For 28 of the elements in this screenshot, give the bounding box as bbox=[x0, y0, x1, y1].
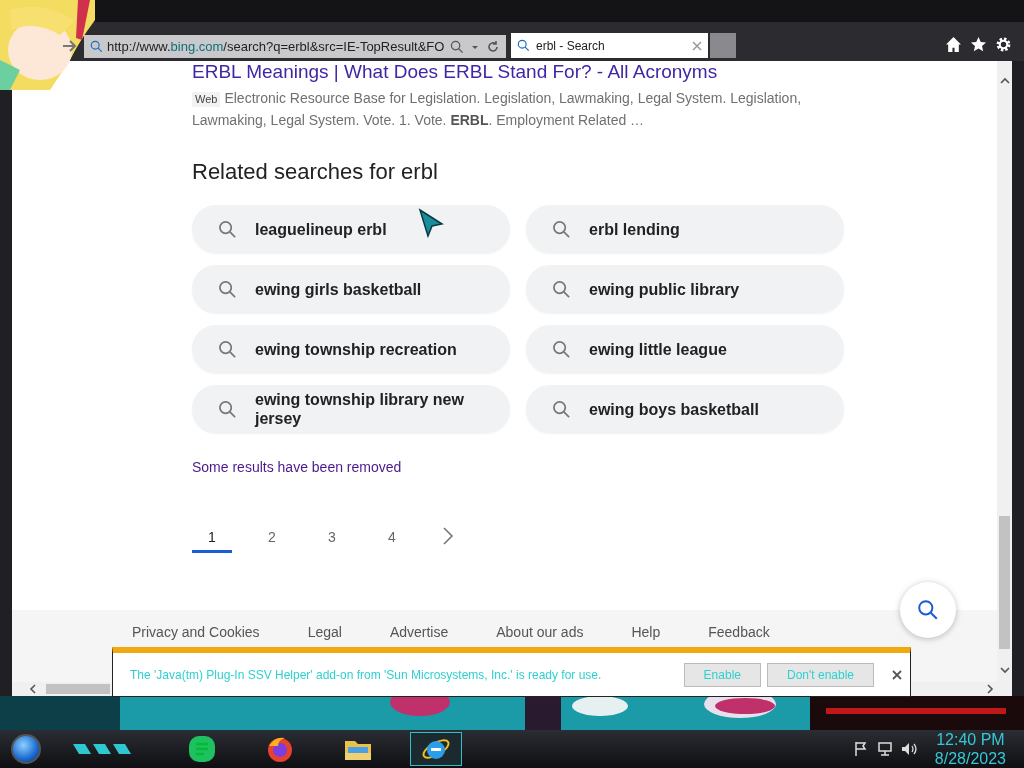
related-search-chip[interactable]: ewing public library bbox=[526, 265, 844, 313]
footer-link[interactable]: Privacy and Cookies bbox=[132, 624, 260, 641]
address-field[interactable]: http://www.bing.com/search?q=erbl&src=IE-TopResult&FO bbox=[84, 35, 506, 58]
page-number-link[interactable]: 2 bbox=[252, 523, 292, 553]
related-search-chip[interactable]: leaguelineup erbl bbox=[192, 205, 510, 253]
clock-date: 8/28/2023 bbox=[934, 749, 1006, 768]
page-number-link[interactable]: 3 bbox=[312, 523, 352, 553]
browser-tab[interactable]: erbl - Search bbox=[511, 33, 708, 58]
related-search-chip[interactable]: ewing girls basketball bbox=[192, 265, 510, 313]
related-search-chip[interactable]: erbl lending bbox=[526, 205, 844, 253]
footer-link[interactable]: Advertise bbox=[389, 624, 449, 641]
related-search-chip[interactable]: ewing township recreation bbox=[192, 325, 510, 373]
related-search-chip[interactable]: ewing boys basketball bbox=[526, 385, 844, 433]
footer-link[interactable]: Feedback bbox=[708, 624, 770, 641]
clock[interactable]: 12:40 PM 8/28/2023 bbox=[934, 730, 1006, 768]
page-number-link[interactable]: 4 bbox=[372, 523, 412, 553]
related-search-chip[interactable]: ewing township library new jersey bbox=[192, 385, 510, 433]
notification-message: The 'Java(tm) Plug-In SSV Helper' add-on from 'Sun Microsystems, Inc.' is ready for use. bbox=[130, 667, 603, 682]
related-search-chip[interactable]: ewing little league bbox=[526, 325, 844, 373]
result-snippet: Web Electronic Resource Base for Legislation. Legislation, Lawmaking, Legal System. Legislation, Lawmaking, Legal System. Vote. 1. Vote. ERBL. Employment Related … bbox=[192, 89, 803, 130]
section-heading: Related searches for erbl bbox=[192, 159, 438, 185]
result-title-link[interactable]: ERBL Meanings | What Does ERBL Stand For? - All Acronyms bbox=[192, 61, 718, 83]
footer-link[interactable]: Legal bbox=[307, 624, 342, 641]
clock-time: 12:40 PM bbox=[936, 730, 1005, 749]
footer-link[interactable]: Help bbox=[631, 624, 661, 641]
page-number-link[interactable]: 1 bbox=[192, 523, 232, 553]
footer-link[interactable]: About our ads bbox=[496, 624, 584, 641]
removed-results-link[interactable]: Some results have been removed bbox=[192, 459, 402, 475]
